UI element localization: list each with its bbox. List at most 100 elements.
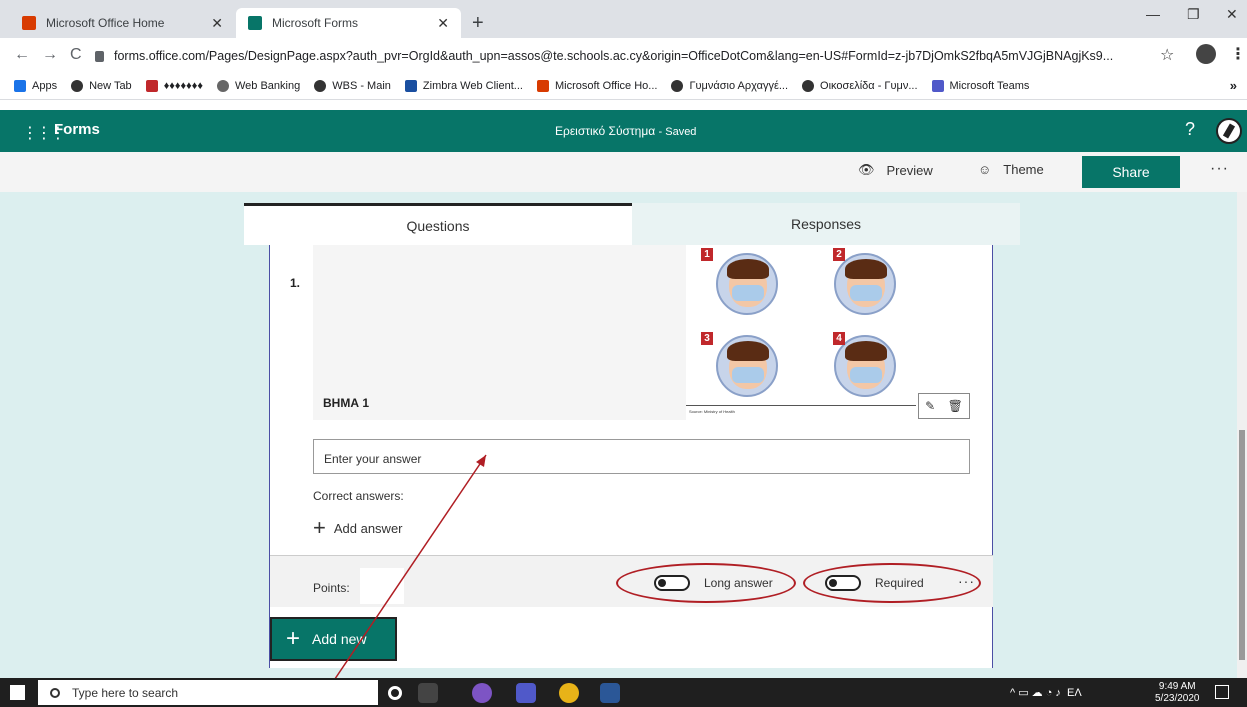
address-bar-row: ← → C forms.office.com/Pages/DesignPage.… [0, 38, 1247, 72]
bookmark-label: Οικοσελίδα - Γυμν... [820, 79, 918, 92]
theme-button[interactable]: ☺ Theme [978, 162, 1044, 177]
word-icon[interactable] [600, 683, 620, 703]
bookmark-homepage[interactable]: Οικοσελίδα - Γυμν... [802, 79, 918, 92]
clock-date: 5/23/2020 [1155, 693, 1200, 704]
preview-button[interactable]: 👁 Preview [858, 162, 933, 178]
points-label: Points: [313, 581, 350, 595]
bookmark-label: Apps [32, 79, 58, 92]
chrome-icon[interactable] [559, 683, 579, 703]
office-icon [536, 79, 549, 92]
clock[interactable]: 9:49 AM 5/23/2020 [1155, 681, 1200, 705]
bank-icon [216, 79, 229, 92]
restore-icon[interactable]: ❐ [1187, 6, 1200, 23]
bookmarks-overflow-icon[interactable]: » [1230, 78, 1237, 93]
cortana-icon[interactable] [388, 686, 402, 700]
bookmark-apps[interactable]: Apps [14, 79, 58, 92]
app-name[interactable]: Forms [54, 121, 100, 138]
search-placeholder: Type here to search [72, 685, 179, 700]
highlight-oval [803, 563, 981, 603]
browser-menu-icon[interactable]: ⋮ [1230, 44, 1246, 64]
new-tab-button[interactable]: + [472, 12, 484, 35]
edit-pencil-icon[interactable]: ✎ [925, 399, 935, 413]
teams-icon [931, 79, 944, 92]
bookmark-star-icon[interactable]: ☆ [1160, 45, 1174, 65]
more-options-icon[interactable]: ··· [1210, 160, 1229, 178]
lock-icon [95, 50, 104, 62]
theme-label: Theme [1003, 162, 1044, 177]
form-title: Ερειστικό Σύστημα - Saved [555, 124, 696, 138]
form-tabs: Questions Responses [244, 203, 1020, 245]
tab-responses[interactable]: Responses [632, 203, 1020, 245]
bookmark-label: Γυμνάσιο Αρχαγγέ... [689, 79, 789, 92]
reload-icon[interactable]: C [70, 46, 82, 64]
mask-step-image [716, 253, 778, 315]
image-source: Source: Ministry of Health [689, 409, 735, 414]
trash-icon[interactable]: 🗑 [948, 399, 963, 413]
tab-microsoft-forms[interactable]: Microsoft Forms ✕ [236, 8, 461, 38]
bookmark-new-tab[interactable]: New Tab [71, 79, 132, 92]
minimize-icon[interactable]: — [1146, 6, 1160, 22]
help-icon[interactable]: ? [1185, 119, 1195, 140]
bookmark-label: ♦♦♦♦♦♦♦ [163, 79, 203, 92]
user-avatar[interactable] [1216, 118, 1242, 144]
forms-header: ⋮⋮⋮ Forms Ερειστικό Σύστημα - Saved ? [0, 110, 1247, 152]
taskbar-search[interactable]: Type here to search [38, 680, 378, 705]
search-icon [50, 687, 60, 698]
saved-status: - Saved [658, 126, 697, 138]
back-icon[interactable]: ← [14, 46, 30, 64]
question-number: 1. [290, 276, 301, 290]
eye-icon: 👁 [858, 162, 875, 177]
window-close-icon[interactable]: ✕ [1226, 6, 1238, 23]
step-number: 2 [833, 248, 845, 261]
system-tray: ^ ▭ ☁ ◔ ♪ ΕΛ [1010, 687, 1082, 699]
highlight-oval [616, 563, 796, 603]
office-icon [22, 16, 36, 30]
plus-icon: + [286, 625, 301, 652]
bookmark-office-home[interactable]: Microsoft Office Ho... [536, 79, 658, 92]
viber-icon[interactable] [472, 683, 492, 703]
bookmark-unknown[interactable]: ♦♦♦♦♦♦♦ [145, 79, 203, 92]
plus-icon: + [313, 515, 326, 540]
bookmark-label: Microsoft Teams [949, 79, 1030, 92]
url-field[interactable]: forms.office.com/Pages/DesignPage.aspx?a… [95, 44, 1153, 68]
bookmark-label: New Tab [89, 79, 132, 92]
add-answer-button[interactable]: + Add answer [313, 515, 403, 540]
scrollbar-thumb[interactable] [1239, 430, 1245, 660]
form-title-text: Ερειστικό Σύστημα [555, 124, 656, 138]
image-tools: ✎ 🗑 [918, 393, 970, 419]
add-new-button[interactable]: + Add new [270, 617, 397, 661]
answer-input[interactable]: Enter your answer [313, 439, 970, 474]
clock-time: 9:49 AM [1158, 681, 1196, 692]
tab-office-home[interactable]: Microsoft Office Home ✕ [10, 8, 235, 38]
image-divider [686, 405, 916, 406]
profile-avatar[interactable] [1196, 44, 1216, 64]
share-button[interactable]: Share [1082, 156, 1180, 188]
add-answer-label: Add answer [333, 520, 403, 536]
bookmark-zimbra[interactable]: Zimbra Web Client... [404, 79, 523, 92]
step-number: 1 [701, 248, 713, 261]
teams-icon[interactable] [516, 683, 536, 703]
palette-icon: ☺ [978, 162, 992, 177]
windows-start-icon[interactable] [10, 685, 25, 700]
points-input[interactable] [360, 568, 404, 604]
language-indicator[interactable]: ΕΛ [1067, 687, 1082, 699]
close-icon[interactable]: ✕ [211, 15, 223, 32]
notifications-icon[interactable] [1215, 685, 1229, 699]
globe-icon [314, 79, 327, 92]
forward-icon[interactable]: → [42, 46, 58, 64]
close-icon[interactable]: ✕ [437, 15, 449, 32]
bookmark-label: Web Banking [234, 79, 301, 92]
tab-label: Microsoft Office Home [46, 16, 165, 30]
bookmark-gymnasio[interactable]: Γυμνάσιο Αρχαγγέ... [671, 79, 789, 92]
task-view-icon[interactable] [418, 683, 438, 703]
correct-answers-label: Correct answers: [313, 489, 404, 503]
bookmark-wbs-main[interactable]: WBS - Main [314, 79, 391, 92]
tab-questions[interactable]: Questions [244, 203, 632, 245]
preview-label: Preview [886, 162, 933, 178]
bookmark-web-banking[interactable]: Web Banking [216, 79, 301, 92]
zimbra-icon [404, 79, 417, 92]
url-text: forms.office.com/Pages/DesignPage.aspx?a… [114, 49, 1114, 63]
bookmark-label: Microsoft Office Ho... [554, 79, 658, 92]
bookmark-teams[interactable]: Microsoft Teams [931, 79, 1030, 92]
globe-icon [802, 79, 815, 92]
